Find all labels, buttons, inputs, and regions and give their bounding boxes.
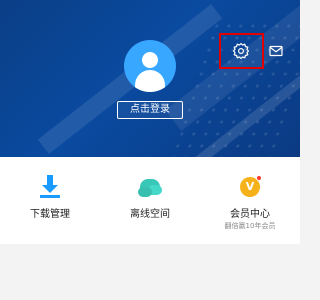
tile-download-manager[interactable]: 下载管理 [0, 157, 100, 244]
gear-icon [232, 42, 250, 60]
profile-header: 点击登录 [0, 0, 300, 157]
tile-sub-label: 翻倍赢10年会员 [224, 222, 276, 230]
tile-label: 下载管理 [30, 209, 70, 220]
mail-button[interactable] [265, 40, 287, 62]
avatar[interactable] [124, 40, 176, 92]
notification-badge [256, 175, 262, 181]
quick-actions: 下载管理 离线空间 V 会员中心 翻倍赢10年会员 [0, 157, 300, 244]
avatar-body-icon [135, 70, 165, 92]
tile-membership-center[interactable]: V 会员中心 翻倍赢10年会员 [200, 157, 300, 244]
tile-label: 离线空间 [130, 209, 170, 220]
mail-icon [269, 45, 283, 57]
cloud-icon [138, 175, 162, 199]
vip-icon: V [238, 175, 262, 199]
tile-label: 会员中心 [230, 209, 270, 220]
settings-button[interactable] [230, 40, 252, 62]
download-icon [38, 175, 62, 199]
avatar-head-icon [142, 52, 158, 68]
tile-offline-space[interactable]: 离线空间 [100, 157, 200, 244]
login-button[interactable]: 点击登录 [117, 101, 183, 119]
